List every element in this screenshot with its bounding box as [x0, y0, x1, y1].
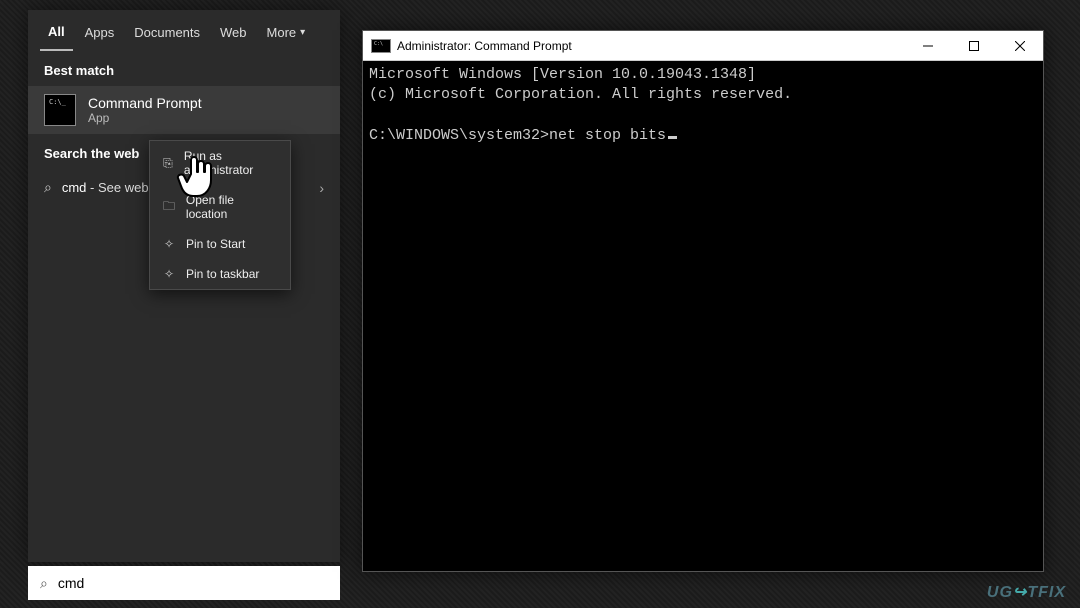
watermark-pre: UG: [987, 584, 1013, 601]
best-match-subtitle: App: [88, 111, 202, 125]
search-icon: ⌕: [44, 179, 52, 196]
terminal-line-2: (c) Microsoft Corporation. All rights re…: [369, 86, 792, 103]
tab-apps[interactable]: Apps: [77, 21, 123, 50]
tab-all[interactable]: All: [40, 20, 73, 51]
tab-more[interactable]: More ▾: [259, 21, 314, 50]
terminal-command: net stop bits: [549, 127, 666, 144]
shield-icon: ⎘: [162, 156, 174, 171]
menu-pin-to-taskbar[interactable]: ✧ Pin to taskbar: [150, 259, 290, 289]
window-title: Administrator: Command Prompt: [397, 39, 905, 53]
watermark-post: TFIX: [1027, 584, 1066, 601]
menu-pin-to-start-label: Pin to Start: [186, 237, 245, 251]
window-titlebar[interactable]: C:\ Administrator: Command Prompt: [363, 31, 1043, 61]
search-tabs: All Apps Documents Web More ▾: [28, 10, 340, 51]
tab-web[interactable]: Web: [212, 21, 255, 50]
search-input[interactable]: [58, 575, 328, 591]
pin-icon: ✧: [162, 237, 176, 251]
menu-open-file-location[interactable]: 🗀 Open file location: [150, 185, 290, 229]
heading-best-match: Best match: [28, 51, 340, 86]
best-match-result[interactable]: C:\_ Command Prompt App: [28, 86, 340, 134]
search-icon: ⌕: [40, 575, 48, 592]
menu-pin-to-taskbar-label: Pin to taskbar: [186, 267, 259, 281]
watermark: UG↪TFIX: [987, 582, 1066, 602]
terminal-caret: [668, 136, 677, 139]
folder-icon: 🗀: [162, 197, 176, 218]
context-menu: ⎘ Run as administrator 🗀 Open file locat…: [149, 140, 291, 290]
minimize-button[interactable]: [905, 31, 951, 61]
best-match-text: Command Prompt App: [88, 95, 202, 125]
menu-run-as-administrator[interactable]: ⎘ Run as administrator: [150, 141, 290, 185]
close-button[interactable]: [997, 31, 1043, 61]
terminal-output[interactable]: Microsoft Windows [Version 10.0.19043.13…: [363, 61, 1043, 571]
command-prompt-icon: C:\_: [44, 94, 76, 126]
chevron-right-icon: ›: [319, 180, 324, 196]
maximize-button[interactable]: [951, 31, 997, 61]
best-match-title: Command Prompt: [88, 95, 202, 111]
menu-run-as-administrator-label: Run as administrator: [184, 149, 278, 177]
terminal-prompt: C:\WINDOWS\system32>: [369, 127, 549, 144]
pin-icon: ✧: [162, 267, 176, 281]
taskbar-search-box[interactable]: ⌕: [28, 566, 340, 600]
menu-pin-to-start[interactable]: ✧ Pin to Start: [150, 229, 290, 259]
tab-more-label: More: [267, 25, 297, 40]
command-prompt-icon: C:\: [371, 39, 391, 53]
terminal-line-1: Microsoft Windows [Version 10.0.19043.13…: [369, 66, 756, 83]
watermark-arrow-icon: ↪: [1013, 584, 1027, 601]
chevron-down-icon: ▾: [300, 27, 305, 38]
tab-documents[interactable]: Documents: [126, 21, 208, 50]
command-prompt-window: C:\ Administrator: Command Prompt Micros…: [362, 30, 1044, 572]
web-result-term: cmd: [62, 180, 87, 195]
menu-open-file-location-label: Open file location: [186, 193, 278, 221]
